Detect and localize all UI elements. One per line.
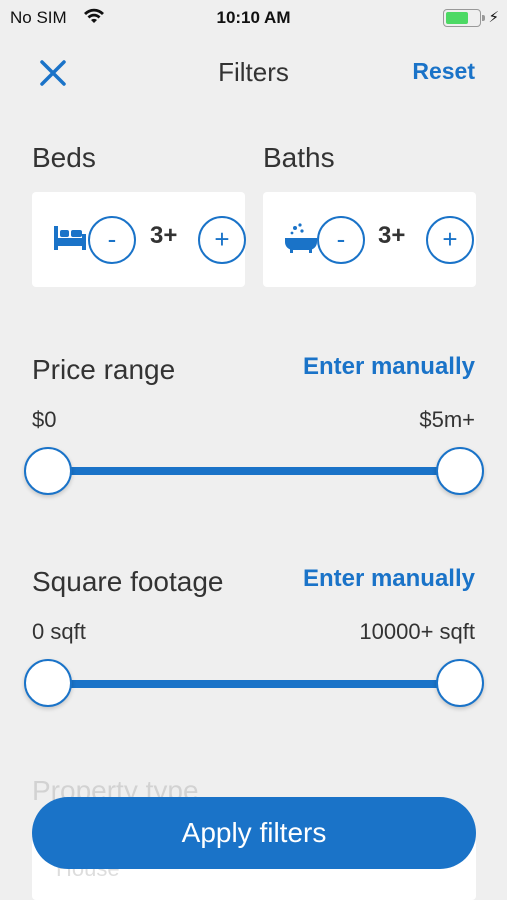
apply-filters-button[interactable]: Apply filters <box>32 797 476 869</box>
beds-decrement-button[interactable]: - <box>88 216 136 264</box>
sqft-enter-manually-link[interactable]: Enter manually <box>303 565 475 593</box>
beds-heading: Beds <box>32 142 96 173</box>
clock: 10:10 AM <box>216 8 291 27</box>
beds-increment-button[interactable]: + <box>198 216 246 264</box>
bed-icon <box>54 226 86 250</box>
price-enter-manually-link[interactable]: Enter manually <box>303 353 475 381</box>
baths-heading: Baths <box>263 142 335 173</box>
baths-value: 3+ <box>378 222 406 249</box>
baths-stepper: - 3+ + <box>263 192 476 287</box>
price-min-thumb[interactable] <box>24 447 72 495</box>
sqft-min-thumb[interactable] <box>24 659 72 707</box>
charging-icon: ⚡ <box>488 9 499 26</box>
battery-icon <box>443 9 485 27</box>
price-max-label: $5m+ <box>419 407 475 432</box>
beds-stepper: - 3+ + <box>32 192 246 287</box>
bathtub-icon <box>285 223 317 253</box>
baths-increment-button[interactable]: + <box>426 216 474 264</box>
sqft-max-thumb[interactable] <box>436 659 484 707</box>
price-min-label: $0 <box>32 407 57 432</box>
nav-bar: Filters Reset <box>0 48 507 96</box>
price-heading: Price range <box>32 354 176 385</box>
price-slider-track[interactable] <box>48 467 460 475</box>
status-bar: No SIM 10:10 AM ⚡ <box>0 0 507 36</box>
reset-button[interactable]: Reset <box>412 58 475 85</box>
sqft-slider-track[interactable] <box>48 680 460 688</box>
price-max-thumb[interactable] <box>436 447 484 495</box>
sqft-heading: Square footage <box>32 566 224 597</box>
baths-decrement-button[interactable]: - <box>317 216 365 264</box>
sqft-max-label: 10000+ sqft <box>359 619 475 644</box>
sqft-min-label: 0 sqft <box>32 619 86 644</box>
beds-value: 3+ <box>150 222 178 249</box>
